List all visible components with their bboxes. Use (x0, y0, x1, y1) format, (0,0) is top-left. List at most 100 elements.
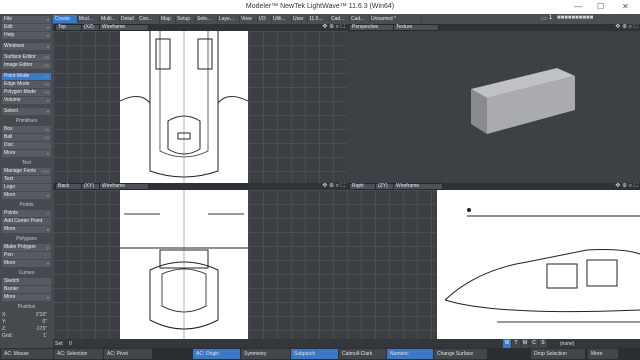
tab-mod[interactable]: Mod... (77, 15, 100, 23)
tab-multi[interactable]: Multi... (99, 15, 120, 23)
tool-file[interactable]: File ▾ (2, 16, 51, 23)
view-axes-select[interactable]: (XZ) (81, 24, 101, 31)
tab-create[interactable]: Create (53, 15, 78, 23)
tool-text[interactable]: Text (2, 176, 51, 183)
view-type-select[interactable]: Back (55, 183, 83, 190)
render-mode-select[interactable]: Wireframe (393, 183, 443, 190)
tab-cad[interactable]: Cad... (349, 15, 370, 23)
tool-sketch[interactable]: Sketch (2, 278, 51, 285)
bottom-ac-mouse-button[interactable]: AC: Mouse (1, 349, 53, 359)
tab-setup[interactable]: Setup (175, 15, 196, 23)
bottom-more-button[interactable]: More (588, 349, 618, 359)
tool-bezier[interactable]: Bezier (2, 286, 51, 293)
tool-polygon-mode[interactable]: Polygon Mode ^H (2, 89, 51, 96)
viewport-right[interactable]: Right (ZY) Wireframe ✥ ⊕ ⌕ ⛶ (347, 183, 640, 339)
position-value: 1' (43, 333, 47, 339)
tab-unnamed[interactable]: Unnamed * (369, 15, 422, 23)
tool-more[interactable]: More ▾ (2, 294, 51, 301)
bottom-ac-pivot-button[interactable]: AC: Pivot (104, 349, 152, 359)
viewport-nav-icons[interactable]: ✥ ⊕ ⌕ ⛶ (615, 183, 638, 190)
tool-shortcut: F6 (44, 63, 49, 68)
selection-label: Sel: (55, 341, 64, 347)
tool-points[interactable]: Points + (2, 210, 51, 217)
viewport-nav-icons[interactable]: ✥ ⊕ ⌕ ⛶ (615, 24, 638, 31)
maximize-button[interactable]: ☐ (597, 2, 604, 11)
tab-sele[interactable]: Sele... (195, 15, 218, 23)
tool-label: Edit (4, 24, 13, 30)
layer-number[interactable]: 1 (549, 15, 552, 21)
selection-count: 0 (69, 341, 72, 347)
view-layout-icon[interactable]: ▭ (541, 15, 547, 22)
bottom-numeric-button[interactable]: Numeric (387, 349, 433, 359)
tab-laye[interactable]: Laye... (217, 15, 240, 23)
tool-more[interactable]: More ▾ (2, 150, 51, 157)
wtmcs-s-button[interactable]: S (539, 339, 547, 348)
viewport-top[interactable]: Top (XZ) Wireframe ✥ ⊕ ⌕ ⛶ (53, 24, 347, 183)
bottom-ac-origin-button[interactable]: AC: Origin (193, 349, 240, 359)
tool-shortcut: F10 (42, 169, 49, 174)
tool-point-mode[interactable]: Point Mode ^G (2, 73, 51, 80)
tool-select[interactable]: Select ▾ (2, 108, 51, 115)
wtmcs-c-button[interactable]: C (530, 339, 538, 348)
tool-edge-mode[interactable]: Edge Mode ^H (2, 81, 51, 88)
layer-swatch-icon[interactable]: ■■■■■■■■■■ (557, 15, 593, 21)
wtmcs-m-button[interactable]: M (521, 339, 529, 348)
wtmcs-w-button[interactable]: W (503, 339, 511, 348)
tool-label: Pen (4, 252, 13, 258)
tab-cad[interactable]: Cad... (329, 15, 350, 23)
tool-more[interactable]: More ▾ (2, 192, 51, 199)
tool-box[interactable]: Box +X (2, 126, 51, 133)
tool-make-polygon[interactable]: Make Polygon p (2, 244, 51, 251)
tab-i-o[interactable]: I/O (257, 15, 272, 23)
tool-add-center-point[interactable]: Add Center Point (2, 218, 51, 225)
viewport-perspective[interactable]: Perspective Texture ✥ ⊕ ⌕ ⛶ (347, 24, 640, 183)
tool-help[interactable]: Help ▾ (2, 32, 51, 39)
tool-edit[interactable]: Edit ▾ (2, 24, 51, 31)
render-mode-select[interactable]: Texture (393, 24, 439, 31)
bottom-drop-selection-button[interactable]: Drop Selection (531, 349, 585, 359)
tab-utili[interactable]: Utili... (271, 15, 292, 23)
tool-windows[interactable]: Windows ▾ (2, 43, 51, 50)
position-value: -173" (35, 326, 47, 332)
tool-surface-editor[interactable]: Surface Editor F5 (2, 54, 51, 61)
viewport-nav-icons[interactable]: ✥ ⊕ ⌕ ⛶ (322, 24, 345, 31)
tool-ball[interactable]: Ball +O (2, 134, 51, 141)
view-type-select[interactable]: Top (55, 24, 83, 31)
view-axes-select[interactable]: (XY) (81, 183, 101, 190)
tool-manage-fonts[interactable]: Manage Fonts F10 (2, 168, 51, 175)
tab-map[interactable]: Map (159, 15, 176, 23)
window-title: Modeler™ NewTek LightWave™ 11.6.3 (Win64… (245, 3, 395, 10)
tool-more[interactable]: More ▾ (2, 226, 51, 233)
render-mode-select[interactable]: Wireframe (99, 183, 149, 190)
viewport-nav-icons[interactable]: ✥ ⊕ ⌕ ⛶ (322, 183, 345, 190)
tool-shortcut: F5 (44, 55, 49, 60)
tab-view[interactable]: View (239, 15, 258, 23)
tab-11-5[interactable]: 11.5... (307, 15, 330, 23)
close-button[interactable]: ✕ (622, 2, 629, 11)
view-type-select[interactable]: Perspective (349, 24, 395, 31)
viewport-back[interactable]: Back (XY) Wireframe ✥ ⊕ ⌕ ⛶ (53, 183, 347, 339)
view-type-select[interactable]: Right (349, 183, 377, 190)
blueprint-image-back (120, 190, 248, 339)
tool-image-editor[interactable]: Image Editor F6 (2, 62, 51, 69)
tool-pen[interactable]: Pen (2, 252, 51, 259)
tab-con[interactable]: Con... (137, 15, 160, 23)
tool-logo[interactable]: Logo (2, 184, 51, 191)
minimize-button[interactable]: — (574, 2, 582, 11)
tab-detail[interactable]: Detail (119, 15, 138, 23)
tool-volume[interactable]: Volume ▾ (2, 97, 51, 104)
tool-shortcut: ▾ (46, 98, 49, 103)
render-mode-select[interactable]: Wireframe (99, 24, 149, 31)
wtmcs-t-button[interactable]: T (512, 339, 520, 348)
bottom-change-surface-button[interactable]: Change Surface (434, 349, 487, 359)
tool-disc[interactable]: Disc (2, 142, 51, 149)
bottom-subpatch-button[interactable]: Subpatch (291, 349, 338, 359)
tab-user[interactable]: User (291, 15, 308, 23)
tool-label: Point Mode (4, 73, 30, 79)
bottom-symmetry-button[interactable]: Symmetry (241, 349, 290, 359)
bottom-ac-selection-button[interactable]: AC: Selection (54, 349, 103, 359)
text-heading: Text (21, 160, 32, 166)
bottom-catmull-clark-button[interactable]: Catmull-Clark (339, 349, 386, 359)
tool-more[interactable]: More ▾ (2, 260, 51, 267)
view-axes-select[interactable]: (ZY) (375, 183, 395, 190)
